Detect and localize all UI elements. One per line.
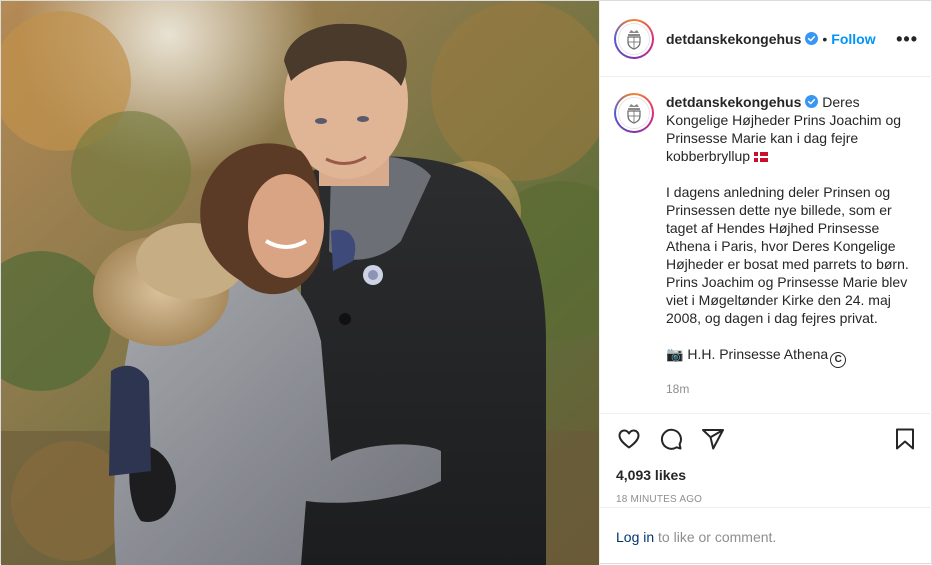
comment-prompt-text: to like or comment.	[654, 528, 777, 545]
likes-count[interactable]: 4,093 likes	[616, 467, 918, 483]
profile-avatar[interactable]	[614, 18, 654, 59]
more-options-icon[interactable]: •••	[896, 29, 918, 50]
royal-crest-icon	[618, 97, 650, 129]
couple-photo	[1, 1, 599, 565]
login-link[interactable]: Log in	[616, 529, 654, 545]
post-photo[interactable]	[1, 1, 599, 565]
verified-badge-icon	[805, 32, 819, 45]
caption-section: detdanskekongehus Deres Kongelige Højhed…	[600, 77, 932, 413]
verified-badge-icon	[805, 95, 819, 108]
follow-button[interactable]: Follow	[831, 31, 875, 47]
post-side-panel: detdanskekongehus • Follow ••• detdanske…	[599, 1, 932, 565]
like-heart-icon[interactable]	[616, 426, 642, 452]
caption-avatar[interactable]	[614, 93, 654, 133]
caption-paragraph-2: I dagens anledning deler Prinsen og Prin…	[666, 184, 909, 326]
caption-username[interactable]: detdanskekongehus	[666, 94, 801, 110]
royal-crest-icon	[618, 22, 650, 55]
copyright-icon: C	[830, 352, 847, 368]
post-header: detdanskekongehus • Follow •••	[600, 1, 932, 77]
save-bookmark-icon[interactable]	[892, 426, 918, 452]
denmark-flag-icon	[754, 152, 769, 162]
photo-credit: H.H. Prinsesse Athena	[687, 346, 829, 362]
instagram-post: detdanskekongehus • Follow ••• detdanske…	[0, 0, 932, 565]
comment-section: Log in to like or comment.	[600, 507, 932, 565]
camera-icon: 📷	[666, 346, 684, 362]
header-username[interactable]: detdanskekongehus	[666, 31, 801, 47]
post-timestamp[interactable]: 18 MINUTES AGO	[616, 494, 918, 505]
header-separator: •	[822, 30, 828, 47]
caption-text: detdanskekongehus Deres Kongelige Højhed…	[666, 93, 914, 413]
action-bar: 4,093 likes 18 MINUTES AGO	[600, 413, 932, 505]
share-paper-plane-icon[interactable]	[700, 426, 726, 452]
caption-time-ago[interactable]: 18m	[666, 380, 914, 398]
comment-bubble-icon[interactable]	[658, 426, 684, 452]
